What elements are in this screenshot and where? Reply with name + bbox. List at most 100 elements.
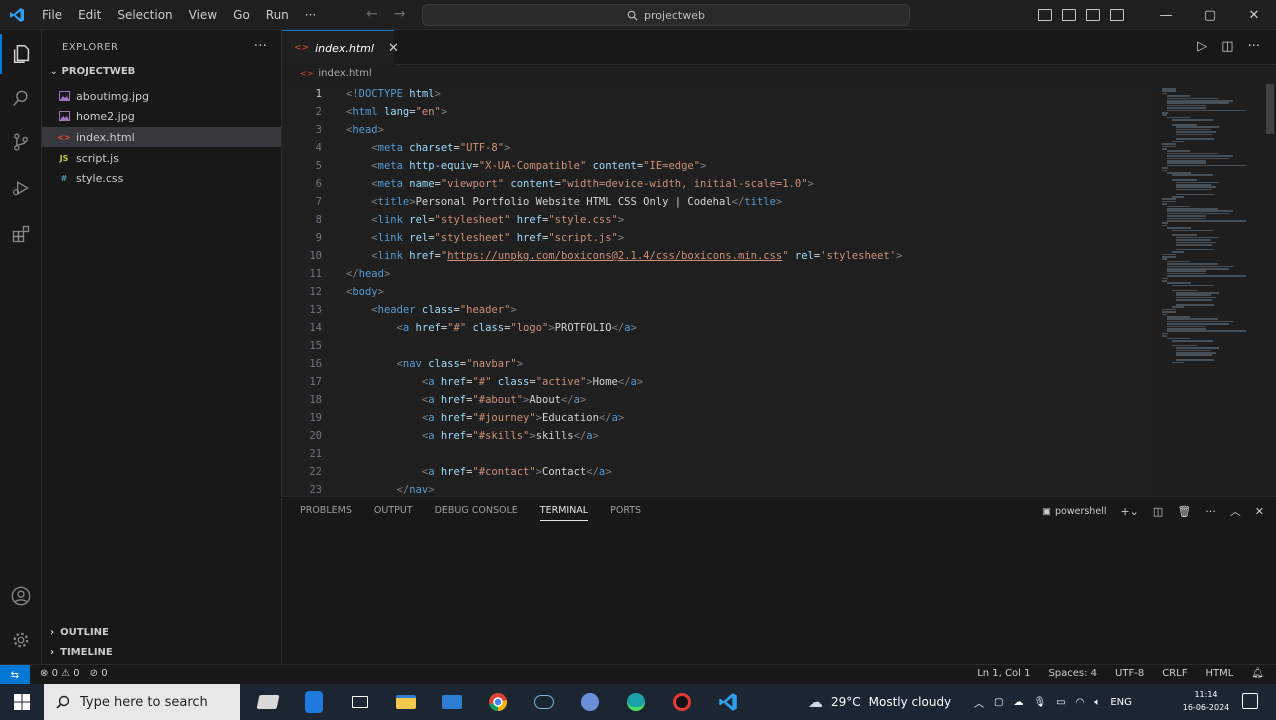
code-line[interactable]: 6 <meta name="viewport" content="width=d… xyxy=(282,175,1158,193)
tab-index-html[interactable]: <> index.html ✕ xyxy=(282,30,399,65)
add-terminal-icon[interactable]: +⌄ xyxy=(1120,505,1138,518)
close-panel-icon[interactable]: ✕ xyxy=(1255,505,1264,518)
file-aboutimg[interactable]: aboutimg.jpg xyxy=(42,86,281,106)
code-line[interactable]: 8 <link rel="stylesheet" href="style.css… xyxy=(282,211,1158,229)
language-mode[interactable]: HTML xyxy=(1205,668,1233,679)
end-of-line[interactable]: CRLF xyxy=(1162,668,1187,679)
code-line[interactable]: 23 </nav> xyxy=(282,481,1158,496)
explorer-icon[interactable] xyxy=(0,34,42,74)
file-home2[interactable]: home2.jpg xyxy=(42,106,281,126)
code-line[interactable]: 2 <html lang="en"> xyxy=(282,103,1158,121)
code-line[interactable]: 20 <a href="#skills">skills</a> xyxy=(282,427,1158,445)
file-style-css[interactable]: # style.css xyxy=(42,168,281,188)
input-language[interactable]: ENG xyxy=(1110,697,1132,708)
code-line[interactable]: 13 <header class="header"> xyxy=(282,301,1158,319)
toggle-panel-icon[interactable] xyxy=(1062,9,1076,21)
tab-output[interactable]: OUTPUT xyxy=(374,505,413,521)
gear-icon[interactable] xyxy=(0,620,42,660)
remote-indicator-icon[interactable]: ⇆ xyxy=(0,665,30,685)
code-line[interactable]: 21 xyxy=(282,445,1158,463)
run-and-debug-icon[interactable] xyxy=(0,168,42,208)
network-icon[interactable]: ◠ xyxy=(1076,697,1085,708)
mail-icon[interactable] xyxy=(436,686,468,718)
battery-icon[interactable]: ▭ xyxy=(1056,697,1065,708)
more-actions-icon[interactable]: ··· xyxy=(1248,39,1260,54)
trash-icon[interactable]: 🗑 xyxy=(1177,505,1191,518)
split-editor-icon[interactable]: ◫ xyxy=(1221,39,1233,54)
search-icon[interactable] xyxy=(0,78,42,118)
menu-file[interactable]: File xyxy=(34,8,70,22)
notification-center-icon[interactable] xyxy=(1242,693,1258,709)
settings-app-icon[interactable] xyxy=(574,686,606,718)
minimap[interactable] xyxy=(1158,84,1262,374)
sketch-app-icon[interactable] xyxy=(252,686,284,718)
menu-more[interactable]: ··· xyxy=(297,8,324,22)
cursor-position[interactable]: Ln 1, Col 1 xyxy=(977,668,1030,679)
code-line[interactable]: 12 <body> xyxy=(282,283,1158,301)
support-app-icon[interactable] xyxy=(528,686,560,718)
run-icon[interactable]: ▷ xyxy=(1197,39,1207,54)
menu-selection[interactable]: Selection xyxy=(109,8,180,22)
code-line[interactable]: 4 <meta charset="UTF-8"> xyxy=(282,139,1158,157)
weather-widget[interactable]: ☁ 29°C Mostly cloudy xyxy=(808,684,951,720)
taskbar-clock[interactable]: 11:14 16-06-2024 xyxy=(1178,688,1234,714)
accounts-icon[interactable] xyxy=(0,576,42,616)
blue-app-icon[interactable] xyxy=(298,686,330,718)
tab-problems[interactable]: PROBLEMS xyxy=(300,505,352,521)
file-script-js[interactable]: JS script.js xyxy=(42,148,281,168)
outline-section[interactable]: › OUTLINE xyxy=(50,627,109,638)
tab-debug-console[interactable]: DEBUG CONSOLE xyxy=(435,505,518,521)
minimize-button[interactable]: — xyxy=(1144,0,1188,30)
maximize-panel-icon[interactable]: ︿ xyxy=(1230,503,1241,519)
chrome-icon[interactable] xyxy=(482,686,514,718)
terminal-shell-selector[interactable]: ▣ powershell xyxy=(1042,506,1106,517)
source-control-icon[interactable] xyxy=(0,122,42,162)
code-line[interactable]: 18 <a href="#about">About</a> xyxy=(282,391,1158,409)
ports-indicator[interactable]: ⊘ 0 xyxy=(90,668,108,679)
close-icon[interactable]: ✕ xyxy=(388,41,399,56)
code-line[interactable]: 15 xyxy=(282,337,1158,355)
edge-icon[interactable] xyxy=(620,686,652,718)
mic-icon[interactable]: 🎙︎ xyxy=(1033,697,1046,708)
close-window-button[interactable]: ✕ xyxy=(1232,0,1276,30)
tab-ports[interactable]: PORTS xyxy=(610,505,641,521)
timeline-section[interactable]: › TIMELINE xyxy=(50,647,113,658)
menu-run[interactable]: Run xyxy=(258,8,297,22)
customize-layout-icon[interactable] xyxy=(1110,9,1124,21)
extensions-icon[interactable] xyxy=(0,214,42,254)
menu-go[interactable]: Go xyxy=(225,8,258,22)
toggle-sidebar-icon[interactable] xyxy=(1038,9,1052,21)
tray-app-icon[interactable]: ▢ xyxy=(994,697,1003,708)
code-line[interactable]: 19 <a href="#journey">Education</a> xyxy=(282,409,1158,427)
command-center-search[interactable]: projectweb xyxy=(422,4,910,26)
code-editor[interactable]: 1 <!DOCTYPE html> 2 <html lang="en"> 3 <head>… xyxy=(282,84,1158,496)
encoding[interactable]: UTF-8 xyxy=(1115,668,1144,679)
code-line[interactable]: 11 </head> xyxy=(282,265,1158,283)
code-line[interactable]: 1 <!DOCTYPE html> xyxy=(282,85,1158,103)
volume-icon[interactable]: 🔈︎ xyxy=(1094,697,1100,708)
code-line[interactable]: 7 <title>Personal Portfolio Website HTML… xyxy=(282,193,1158,211)
split-terminal-icon[interactable]: ◫ xyxy=(1153,505,1163,518)
notifications-bell-icon[interactable]: 🔔︎ xyxy=(1251,668,1264,679)
code-line[interactable]: 14 <a href="#" class="logo">PROTFOLIO</a… xyxy=(282,319,1158,337)
indentation[interactable]: Spaces: 4 xyxy=(1048,668,1097,679)
vscode-taskbar-icon[interactable] xyxy=(712,686,744,718)
menu-view[interactable]: View xyxy=(181,8,225,22)
menu-edit[interactable]: Edit xyxy=(70,8,109,22)
maximize-button[interactable]: ▢ xyxy=(1188,0,1232,30)
chevron-up-icon[interactable]: ︿ xyxy=(974,695,984,710)
task-view-icon[interactable] xyxy=(344,686,376,718)
code-line[interactable]: 16 <nav class="navbar"> xyxy=(282,355,1158,373)
explorer-more-button[interactable]: ··· xyxy=(254,38,267,54)
breadcrumb-file[interactable]: index.html xyxy=(318,68,371,79)
file-index-html[interactable]: <> index.html xyxy=(42,127,281,147)
code-line[interactable]: 9 <link rel="stylesheet" href="script.js… xyxy=(282,229,1158,247)
record-app-icon[interactable] xyxy=(666,686,698,718)
arrow-right-icon[interactable]: → xyxy=(394,6,406,22)
taskbar-search-box[interactable]: Type here to search xyxy=(44,684,240,720)
onedrive-icon[interactable]: ☁ xyxy=(1013,697,1023,708)
arrow-left-icon[interactable]: ← xyxy=(366,6,378,22)
folder-projectweb[interactable]: ⌄ PROJECTWEB xyxy=(50,66,135,77)
code-line[interactable]: 10 <link href="https://unpkg.com/boxicon… xyxy=(282,247,1158,265)
editor-scrollbar[interactable] xyxy=(1266,84,1274,134)
